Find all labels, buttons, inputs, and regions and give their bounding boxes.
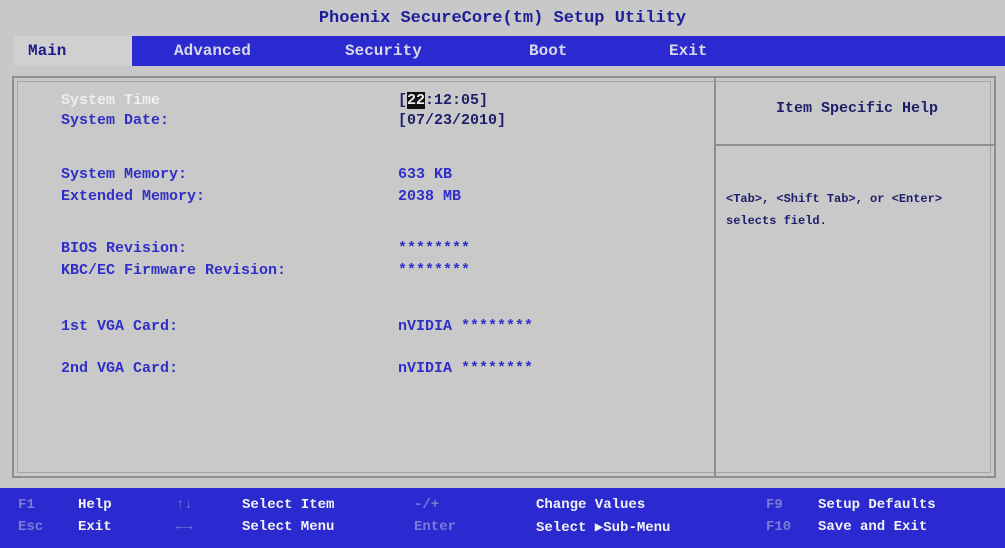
system-memory-label: System Memory: — [61, 166, 188, 183]
main-panel: System Time System Date: System Memory: … — [12, 76, 996, 478]
setup-defaults-hint: Setup Defaults — [818, 497, 936, 513]
help-text: <Tab>, <Shift Tab>, or <Enter> selects f… — [726, 192, 943, 228]
first-vga-card-value: nVIDIA ******** — [398, 318, 534, 335]
window-title: Phoenix SecureCore(tm) Setup Utility — [318, 9, 687, 28]
menu-tab-advanced[interactable]: Advanced — [174, 36, 251, 66]
extended-memory-label: Extended Memory: — [61, 188, 206, 205]
save-and-exit-hint: Save and Exit — [818, 519, 928, 535]
menu-tab-exit[interactable]: Exit — [669, 36, 707, 66]
help-title: Item Specific Help — [775, 100, 939, 117]
system-time-value[interactable]: [22:12:05] — [398, 92, 488, 109]
enter-key: Enter — [414, 519, 457, 535]
second-vga-card-value: nVIDIA ******** — [398, 360, 534, 377]
change-values-hint: Change Values — [536, 497, 646, 513]
select-submenu-hint: Select ▶Sub-Menu — [536, 520, 671, 536]
select-menu-hint: Select Menu — [242, 519, 335, 535]
bios-revision-label: BIOS Revision: — [61, 240, 188, 257]
menu-tab-boot[interactable]: Boot — [529, 36, 567, 66]
system-date-label[interactable]: System Date: — [61, 112, 169, 129]
f10-key: F10 — [766, 519, 792, 535]
f9-key: F9 — [766, 497, 783, 513]
system-time-rest: :12:05] — [425, 92, 489, 109]
up-down-arrows-key: ↑↓ — [176, 497, 193, 513]
kbc-ec-firmware-label: KBC/EC Firmware Revision: — [61, 262, 287, 279]
bios-revision-value: ******** — [398, 240, 471, 257]
menu-bar: Main Advanced Security Boot Exit — [14, 36, 1005, 66]
select-item-hint: Select Item — [242, 497, 335, 513]
second-vga-card-label: 2nd VGA Card: — [61, 360, 179, 377]
system-time-hours[interactable]: 22 — [407, 92, 426, 109]
first-vga-card-label: 1st VGA Card: — [61, 318, 179, 335]
menu-tab-main[interactable]: Main — [14, 36, 132, 66]
minus-plus-key: -/+ — [414, 497, 440, 513]
esc-key: Esc — [18, 519, 44, 535]
help-hint: Help — [78, 497, 112, 513]
menu-tab-security[interactable]: Security — [345, 36, 422, 66]
left-right-arrows-key: ←→ — [176, 519, 193, 535]
system-time-label[interactable]: System Time — [61, 92, 160, 109]
bios-setup-screen: Phoenix SecureCore(tm) Setup Utility Mai… — [0, 0, 1005, 548]
system-date-value[interactable]: [07/23/2010] — [398, 112, 506, 129]
footer-keybar: F1 Help ↑↓ Select Item -/+ Change Values… — [0, 488, 1005, 548]
panel-divider — [714, 78, 716, 476]
system-memory-value: 633 KB — [398, 166, 453, 183]
f1-key: F1 — [18, 497, 35, 513]
help-header-divider — [716, 144, 994, 146]
extended-memory-value: 2038 MB — [398, 188, 462, 205]
exit-hint: Exit — [78, 519, 112, 535]
kbc-ec-firmware-value: ******** — [398, 262, 471, 279]
system-time-bracket: [ — [398, 92, 408, 109]
